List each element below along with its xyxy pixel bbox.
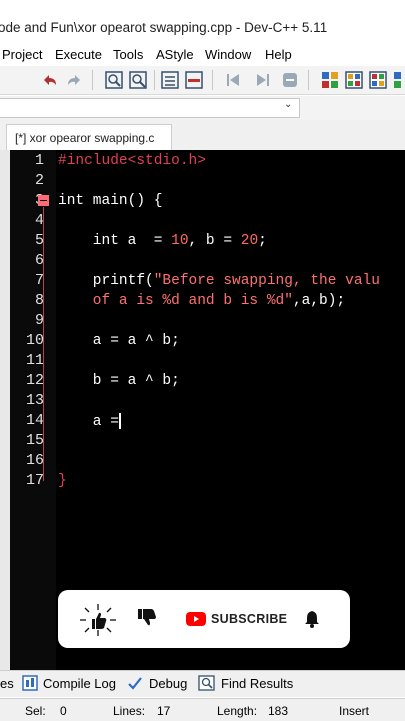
string-token: of a is %d and b is %d" [58,293,293,309]
dislike-icon[interactable] [136,607,158,632]
fold-range-line [43,207,44,481]
code-line-1: #include<stdio.h> [58,153,206,169]
menu-help[interactable]: Help [265,47,292,62]
line-number: 2 [34,172,44,189]
debug-check-icon [127,675,143,696]
tab-compile-log[interactable]: Compile Log [43,676,116,691]
stop-icon[interactable] [280,70,300,90]
brace-token: } [58,473,67,489]
tab-xor-file[interactable]: [*] xor opearor swapping.c [6,124,172,151]
youtube-logo-icon [186,612,206,626]
length-value: 183 [268,704,289,718]
find-icon[interactable] [104,70,124,90]
menu-astyle[interactable]: AStyle [156,47,194,62]
menu-window[interactable]: Window [205,47,251,62]
tab-find-results[interactable]: Find Results [221,676,293,691]
line-number-gutter: 1 2 3 4 5 6 7 8 9 10 11 12 13 14 15 16 1… [10,150,56,670]
line-number: 13 [25,392,44,409]
keyword-token: int [58,193,85,209]
subscribe-label: SUBSCRIBE [211,612,288,626]
code-token: , b = [188,233,241,249]
code-token: printf( [58,273,154,289]
replace-icon[interactable] [128,70,148,90]
undo-icon[interactable] [40,70,60,90]
code-token: int a = [58,233,172,249]
function-dropdown[interactable] [0,98,300,118]
lines-label: Lines: [113,704,146,718]
sel-value: 0 [60,704,67,718]
redo-icon[interactable] [64,70,84,90]
line-number: 4 [34,212,44,229]
insert-mode: Insert [339,704,370,718]
code-token: ,a,b); [292,293,346,309]
find-results-icon [198,675,216,696]
toolbar [0,66,405,95]
properties-icon[interactable] [368,70,388,90]
sel-label: Sel: [25,704,46,718]
like-icon[interactable] [76,602,120,643]
code-line-7: printf("Before swapping, the valu [58,273,380,289]
preprocessor-token: #include<stdio.h> [58,153,206,169]
line-number: 11 [25,352,44,369]
line-number: 12 [25,372,44,389]
fold-collapse-icon[interactable] [38,195,49,206]
code-line-12: b = a ^ b; [58,373,180,389]
bottom-panel-tabs: es Compile Log Debug Find Results [0,670,405,697]
class-browser-icon[interactable] [344,70,364,90]
code-line-8: of a is %d and b is %d",a,b); [58,293,345,309]
line-number: 16 [25,452,44,469]
code-token: a = [58,413,119,430]
menu-project[interactable]: Project [2,47,42,62]
code-line-14: a = [58,413,121,430]
code-token: main() { [84,193,163,209]
tab-label: [*] xor opearor swapping.c [15,131,155,145]
compile-log-icon [22,675,38,696]
grid-icon[interactable] [392,70,405,90]
code-line-3: int main() { [58,193,162,209]
number-token: 20 [240,233,259,249]
line-number: 14 [25,412,44,429]
line-number: 8 [34,292,44,309]
toggle-bookmark-icon[interactable] [184,70,204,90]
line-number: 17 [25,472,44,489]
forward-icon[interactable] [252,70,272,90]
new-project-icon[interactable] [320,70,340,90]
line-number: 9 [34,312,44,329]
window-title: ode and Fun\xor opearot swapping.cpp - D… [0,20,328,35]
line-number: 1 [34,152,44,169]
back-icon[interactable] [224,70,244,90]
menu-execute[interactable]: Execute [55,47,102,62]
line-number: 15 [25,432,44,449]
line-number: 5 [34,232,44,249]
menu-bar: Project Execute Tools AStyle Window Help [0,44,405,66]
subscribe-button[interactable]: SUBSCRIBE [186,610,287,628]
status-bar: Sel: 0 Lines: 17 Length: 183 Insert [0,698,405,721]
tab-messages[interactable]: es [0,676,14,691]
function-combo-strip: ⌄ [0,96,405,120]
tab-debug[interactable]: Debug [149,676,187,691]
menu-tools[interactable]: Tools [113,47,143,62]
line-number: 7 [34,272,44,289]
indent-icon[interactable] [160,70,180,90]
line-number: 6 [34,252,44,269]
string-token: "Before swapping, the valu [153,273,380,289]
text-cursor [118,413,121,429]
lines-value: 17 [157,704,171,718]
editor-tab-bar: [*] xor opearor swapping.c [0,120,405,151]
youtube-overlay: SUBSCRIBE [58,590,350,648]
code-line-10: a = a ^ b; [58,333,180,349]
title-bar: ode and Fun\xor opearot swapping.cpp - D… [0,0,405,44]
length-label: Length: [217,704,258,718]
line-number: 10 [25,332,44,349]
code-line-17: } [58,473,67,489]
bell-icon[interactable] [304,610,320,633]
chevron-down-icon[interactable]: ⌄ [284,99,292,110]
code-token: ; [258,233,267,249]
code-line-5: int a = 10, b = 20; [58,233,267,249]
number-token: 10 [171,233,189,249]
